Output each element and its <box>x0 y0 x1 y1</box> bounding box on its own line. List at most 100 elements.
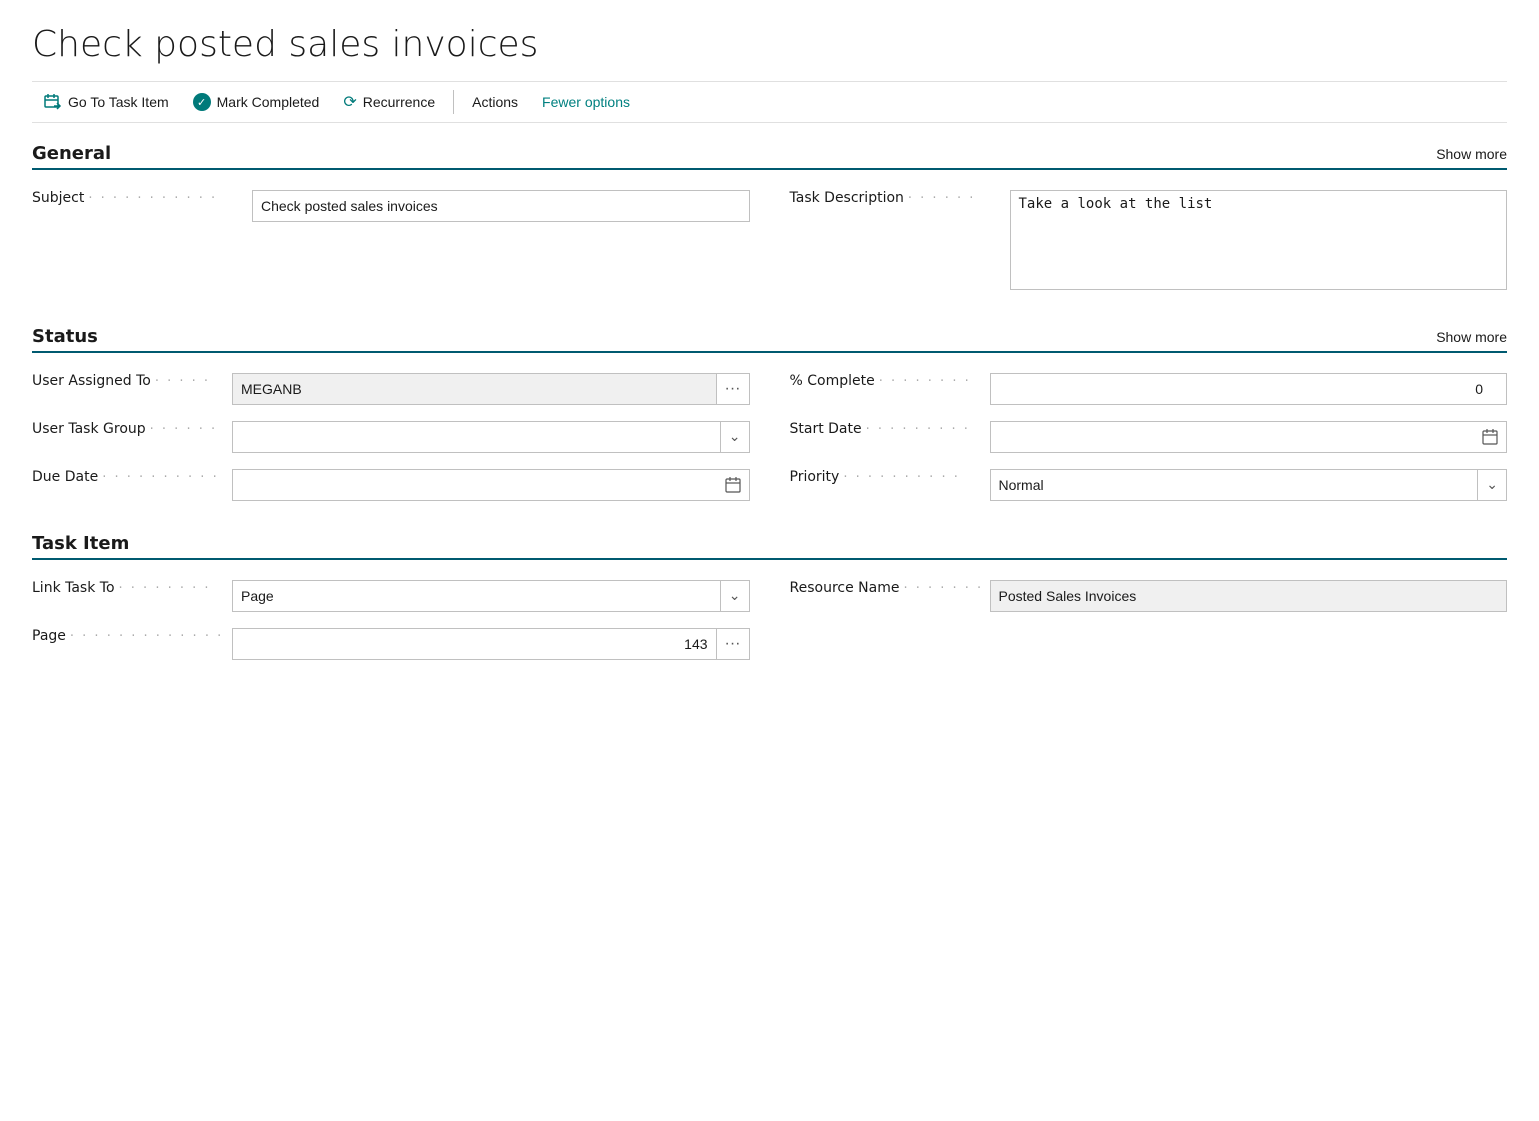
percent-complete-row: % Complete · · · · · · · · <box>790 373 1508 405</box>
start-date-field-container <box>990 421 1508 453</box>
priority-chevron-icon: ⌄ <box>1478 469 1507 501</box>
user-assigned-ellipsis-button[interactable]: ··· <box>717 373 750 405</box>
mark-completed-label: Mark Completed <box>217 94 320 110</box>
user-task-group-label-area: User Task Group · · · · · · <box>32 421 232 437</box>
resource-name-label: Resource Name <box>790 580 900 596</box>
due-date-row: Due Date · · · · · · · · · · <box>32 469 750 501</box>
priority-label: Priority <box>790 469 840 485</box>
resource-name-field-container <box>990 580 1508 612</box>
page-input[interactable] <box>232 628 717 660</box>
general-section-header: General Show more <box>32 143 1507 170</box>
link-task-to-field-container: Page Report Codeunit ⌄ <box>232 580 750 612</box>
page-label: Page <box>32 628 66 644</box>
user-task-group-row: User Task Group · · · · · · ⌄ <box>32 421 750 453</box>
calendar-icon <box>1482 429 1498 445</box>
due-date-input-group <box>232 469 750 501</box>
user-assigned-dots: · · · · · <box>151 374 232 389</box>
toolbar: Go To Task Item ✓ Mark Completed ⟳ Recur… <box>32 81 1507 123</box>
percent-complete-label: % Complete <box>790 373 875 389</box>
due-date-label-area: Due Date · · · · · · · · · · <box>32 469 232 485</box>
resource-name-input <box>990 580 1508 612</box>
page-input-group: ··· <box>232 628 750 660</box>
start-date-row: Start Date · · · · · · · · · <box>790 421 1508 453</box>
page-field-container: ··· <box>232 628 750 660</box>
due-date-dots: · · · · · · · · · · <box>98 470 232 485</box>
recurrence-button[interactable]: ⟳ Recurrence <box>331 88 447 116</box>
general-form-grid: Subject · · · · · · · · · · · Task Descr… <box>32 190 1507 294</box>
user-assigned-label-area: User Assigned To · · · · · <box>32 373 232 389</box>
start-date-input-group <box>990 421 1508 453</box>
task-item-form-grid: Link Task To · · · · · · · · Page Report… <box>32 580 1507 660</box>
subject-label-area: Subject · · · · · · · · · · · <box>32 190 252 206</box>
task-item-section: Task Item Link Task To · · · · · · · · P… <box>32 533 1507 660</box>
task-item-section-header: Task Item <box>32 533 1507 560</box>
recurrence-label: Recurrence <box>363 94 435 110</box>
start-date-label: Start Date <box>790 421 862 437</box>
percent-complete-field-container <box>990 373 1508 405</box>
start-date-dots: · · · · · · · · · <box>862 422 990 437</box>
subject-dots: · · · · · · · · · · · <box>84 191 252 206</box>
user-assigned-field-container: ··· <box>232 373 750 405</box>
user-task-group-chevron-icon: ⌄ <box>721 421 750 453</box>
subject-field-container <box>252 190 750 222</box>
percent-complete-input[interactable] <box>990 373 1508 405</box>
status-form-grid: User Assigned To · · · · · ··· % Complet… <box>32 373 1507 501</box>
user-assigned-row: User Assigned To · · · · · ··· <box>32 373 750 405</box>
mark-completed-button[interactable]: ✓ Mark Completed <box>181 89 332 115</box>
general-show-more-button[interactable]: Show more <box>1436 146 1507 162</box>
goto-task-item-button[interactable]: Go To Task Item <box>32 89 181 115</box>
actions-button[interactable]: Actions <box>460 90 530 114</box>
resource-name-dots: · · · · · · · <box>899 581 989 596</box>
start-date-calendar-button[interactable] <box>1474 421 1507 453</box>
goto-label: Go To Task Item <box>68 94 169 110</box>
status-section-header: Status Show more <box>32 326 1507 353</box>
user-assigned-input-group: ··· <box>232 373 750 405</box>
task-description-input[interactable]: Take a look at the list <box>1010 190 1508 290</box>
status-section-title: Status <box>32 326 98 347</box>
status-section: Status Show more User Assigned To · · · … <box>32 326 1507 501</box>
start-date-label-area: Start Date · · · · · · · · · <box>790 421 990 437</box>
due-date-field-container <box>232 469 750 501</box>
goto-icon <box>44 93 62 111</box>
link-task-to-dots: · · · · · · · · <box>115 581 232 596</box>
general-section: General Show more Subject · · · · · · · … <box>32 143 1507 294</box>
page-ellipsis-button[interactable]: ··· <box>717 628 750 660</box>
subject-input[interactable] <box>252 190 750 222</box>
priority-dropdown: Normal Low High ⌄ <box>990 469 1508 501</box>
link-task-to-label: Link Task To <box>32 580 115 596</box>
user-task-group-select[interactable] <box>232 421 721 453</box>
resource-name-row: Resource Name · · · · · · · <box>790 580 1508 612</box>
task-item-section-title: Task Item <box>32 533 129 554</box>
priority-select[interactable]: Normal Low High <box>990 469 1479 501</box>
link-task-to-row: Link Task To · · · · · · · · Page Report… <box>32 580 750 612</box>
user-task-group-dropdown: ⌄ <box>232 421 750 453</box>
subject-row: Subject · · · · · · · · · · · <box>32 190 750 294</box>
fewer-options-label: Fewer options <box>542 94 630 110</box>
page-label-area: Page · · · · · · · · · · · · · <box>32 628 232 644</box>
page-container: Check posted sales invoices Go To Task I… <box>0 0 1539 716</box>
toolbar-divider <box>453 90 454 114</box>
due-date-input[interactable] <box>232 469 717 501</box>
start-date-input[interactable] <box>990 421 1475 453</box>
link-task-to-label-area: Link Task To · · · · · · · · <box>32 580 232 596</box>
fewer-options-button[interactable]: Fewer options <box>530 90 642 114</box>
status-show-more-button[interactable]: Show more <box>1436 329 1507 345</box>
user-task-group-dots: · · · · · · <box>146 422 232 437</box>
general-section-title: General <box>32 143 111 164</box>
percent-complete-label-area: % Complete · · · · · · · · <box>790 373 990 389</box>
checkmark-icon: ✓ <box>193 93 211 111</box>
page-row: Page · · · · · · · · · · · · · ··· <box>32 628 750 660</box>
task-description-field-container: Take a look at the list <box>1010 190 1508 294</box>
link-task-to-dropdown: Page Report Codeunit ⌄ <box>232 580 750 612</box>
task-description-label-area: Task Description · · · · · · <box>790 190 1010 206</box>
percent-complete-dots: · · · · · · · · <box>875 374 990 389</box>
link-task-to-chevron-icon: ⌄ <box>721 580 750 612</box>
page-title: Check posted sales invoices <box>32 24 1507 65</box>
actions-label: Actions <box>472 94 518 110</box>
due-date-calendar-button[interactable] <box>717 469 750 501</box>
link-task-to-select[interactable]: Page Report Codeunit <box>232 580 721 612</box>
user-task-group-label: User Task Group <box>32 421 146 437</box>
user-assigned-input[interactable] <box>232 373 717 405</box>
due-date-label: Due Date <box>32 469 98 485</box>
user-task-group-field-container: ⌄ <box>232 421 750 453</box>
